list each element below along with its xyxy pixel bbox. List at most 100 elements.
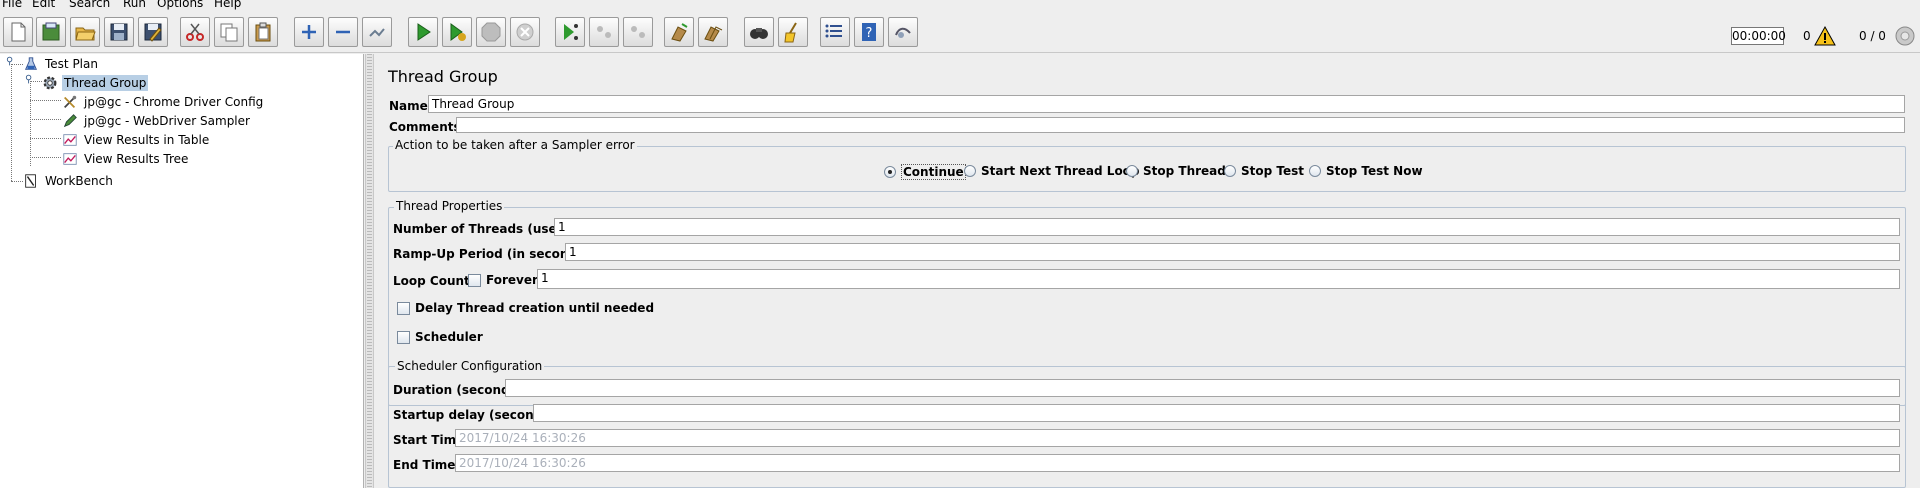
workbench-icon xyxy=(22,172,40,190)
new-button[interactable] xyxy=(3,17,33,47)
checkbox-icon xyxy=(397,301,410,315)
radio-icon xyxy=(1126,165,1138,177)
expand-toggle-icon[interactable]: ⚲ xyxy=(6,57,15,67)
svg-text:?: ? xyxy=(866,26,873,41)
remote-start-button[interactable] xyxy=(555,17,585,47)
start-button[interactable] xyxy=(408,17,438,47)
expand-icon xyxy=(302,25,316,39)
help-icon: ? xyxy=(862,23,876,41)
loop-count-field[interactable]: 1 xyxy=(537,269,1900,289)
start-time-label: Start Time xyxy=(393,433,465,447)
remote-stop-icon xyxy=(597,26,611,38)
tree-node-webdriver-sampler[interactable]: jp@gc - WebDriver Sampler xyxy=(61,112,252,130)
radio-stop-thread[interactable]: Stop Thread xyxy=(1126,164,1226,178)
tree-node-thread-group[interactable]: Thread Group xyxy=(41,74,149,92)
startup-delay-label: Startup delay (seconds) xyxy=(393,408,555,422)
delay-thread-creation-checkbox[interactable]: Delay Thread creation until needed xyxy=(397,301,654,315)
tree-node-test-plan[interactable]: Test Plan xyxy=(22,55,100,73)
tools-icon xyxy=(61,93,79,111)
log-viewer-button[interactable] xyxy=(888,17,918,47)
stop-button[interactable] xyxy=(476,17,506,47)
duration-field[interactable] xyxy=(505,379,1900,397)
menu-bar: File Edit Search Run Options Help xyxy=(0,0,1920,11)
tree-node-chrome-driver-config[interactable]: jp@gc - Chrome Driver Config xyxy=(61,93,265,111)
help-button[interactable]: ? xyxy=(854,17,884,47)
expand-all-button[interactable] xyxy=(294,17,324,47)
expand-toggle-icon[interactable]: ⚲ xyxy=(25,75,34,85)
start-no-pauses-icon xyxy=(450,23,466,41)
warning-count: 0 xyxy=(1803,29,1811,43)
shutdown-button[interactable] xyxy=(510,17,540,47)
thread-group-panel: Thread Group Name: Thread Group Comments… xyxy=(375,54,1920,488)
menu-run[interactable]: Run xyxy=(123,0,146,9)
tree-node-workbench[interactable]: WorkBench xyxy=(22,172,115,190)
gear-icon xyxy=(41,74,59,92)
pen-icon xyxy=(61,112,79,130)
end-time-field[interactable]: 2017/10/24 16:30:26 xyxy=(455,454,1900,472)
radio-stop-test-now[interactable]: Stop Test Now xyxy=(1309,164,1423,178)
start-icon xyxy=(417,23,431,41)
warning-icon[interactable] xyxy=(1814,25,1836,47)
scheduler-checkbox[interactable]: Scheduler xyxy=(397,330,483,344)
chart-icon xyxy=(61,131,79,149)
toggle-button[interactable] xyxy=(362,17,392,47)
new-icon xyxy=(11,22,26,42)
menu-file[interactable]: File xyxy=(2,0,22,9)
collapse-icon xyxy=(336,30,350,34)
menu-options[interactable]: Options xyxy=(157,0,203,9)
menu-search[interactable]: Search xyxy=(69,0,110,9)
toggle-icon xyxy=(369,28,385,37)
start-no-pauses-button[interactable] xyxy=(442,17,472,47)
clear-button[interactable] xyxy=(664,17,694,47)
radio-stop-test[interactable]: Stop Test xyxy=(1224,164,1304,178)
search-button[interactable] xyxy=(744,17,774,47)
start-time-field[interactable]: 2017/10/24 16:30:26 xyxy=(455,429,1900,447)
search-icon xyxy=(750,28,768,39)
cut-button[interactable] xyxy=(180,17,210,47)
menu-edit[interactable]: Edit xyxy=(32,0,55,9)
panel-splitter[interactable] xyxy=(365,54,374,488)
open-button[interactable] xyxy=(70,17,100,47)
cut-icon xyxy=(186,23,204,41)
name-field[interactable]: Thread Group xyxy=(428,95,1905,113)
loop-count-label: Loop Count: xyxy=(393,274,475,288)
copy-icon xyxy=(220,23,238,42)
threads-field[interactable]: 1 xyxy=(554,218,1900,236)
reset-search-button[interactable] xyxy=(778,17,808,47)
remote-shutdown-button[interactable] xyxy=(623,17,653,47)
save-icon xyxy=(110,23,128,41)
save-button[interactable] xyxy=(104,17,134,47)
scheduler-config-legend: Scheduler Configuration xyxy=(395,359,545,373)
status-icon xyxy=(1895,26,1915,46)
duration-label: Duration (seconds) xyxy=(393,383,523,397)
clear-all-button[interactable] xyxy=(698,17,728,47)
rampup-field[interactable]: 1 xyxy=(565,243,1900,261)
radio-continue[interactable]: Continue xyxy=(884,164,966,180)
function-helper-button[interactable] xyxy=(820,17,850,47)
end-time-label: End Time xyxy=(393,458,456,472)
paste-button[interactable] xyxy=(248,17,278,47)
thread-count: 0 / 0 xyxy=(1859,29,1886,43)
forever-checkbox[interactable]: Forever xyxy=(468,273,538,287)
tree-node-view-results-tree[interactable]: View Results Tree xyxy=(61,150,190,168)
menu-help[interactable]: Help xyxy=(214,0,241,9)
test-plan-tree: ⚲ ⚲ Test Plan Thread Group jp@gc - Chrom… xyxy=(0,54,364,488)
page-title: Thread Group xyxy=(388,67,498,86)
tree-node-view-results-table[interactable]: View Results in Table xyxy=(61,131,211,149)
save-as-button[interactable] xyxy=(138,17,168,47)
comments-label: Comments: xyxy=(389,120,466,134)
collapse-all-button[interactable] xyxy=(328,17,358,47)
startup-delay-field[interactable] xyxy=(533,404,1900,422)
elapsed-timer: 00:00:00 xyxy=(1731,27,1786,45)
remote-stop-button[interactable] xyxy=(589,17,619,47)
function-helper-icon xyxy=(825,24,842,38)
open-icon xyxy=(75,27,96,41)
comments-field[interactable] xyxy=(456,117,1905,133)
templates-button[interactable] xyxy=(36,17,66,47)
radio-start-next-thread-loop[interactable]: Start Next Thread Loop xyxy=(964,164,1140,178)
stop-icon xyxy=(481,22,501,42)
copy-button[interactable] xyxy=(214,17,244,47)
remote-start-icon xyxy=(564,24,578,40)
radio-icon xyxy=(1309,165,1321,177)
shutdown-icon xyxy=(516,23,534,41)
